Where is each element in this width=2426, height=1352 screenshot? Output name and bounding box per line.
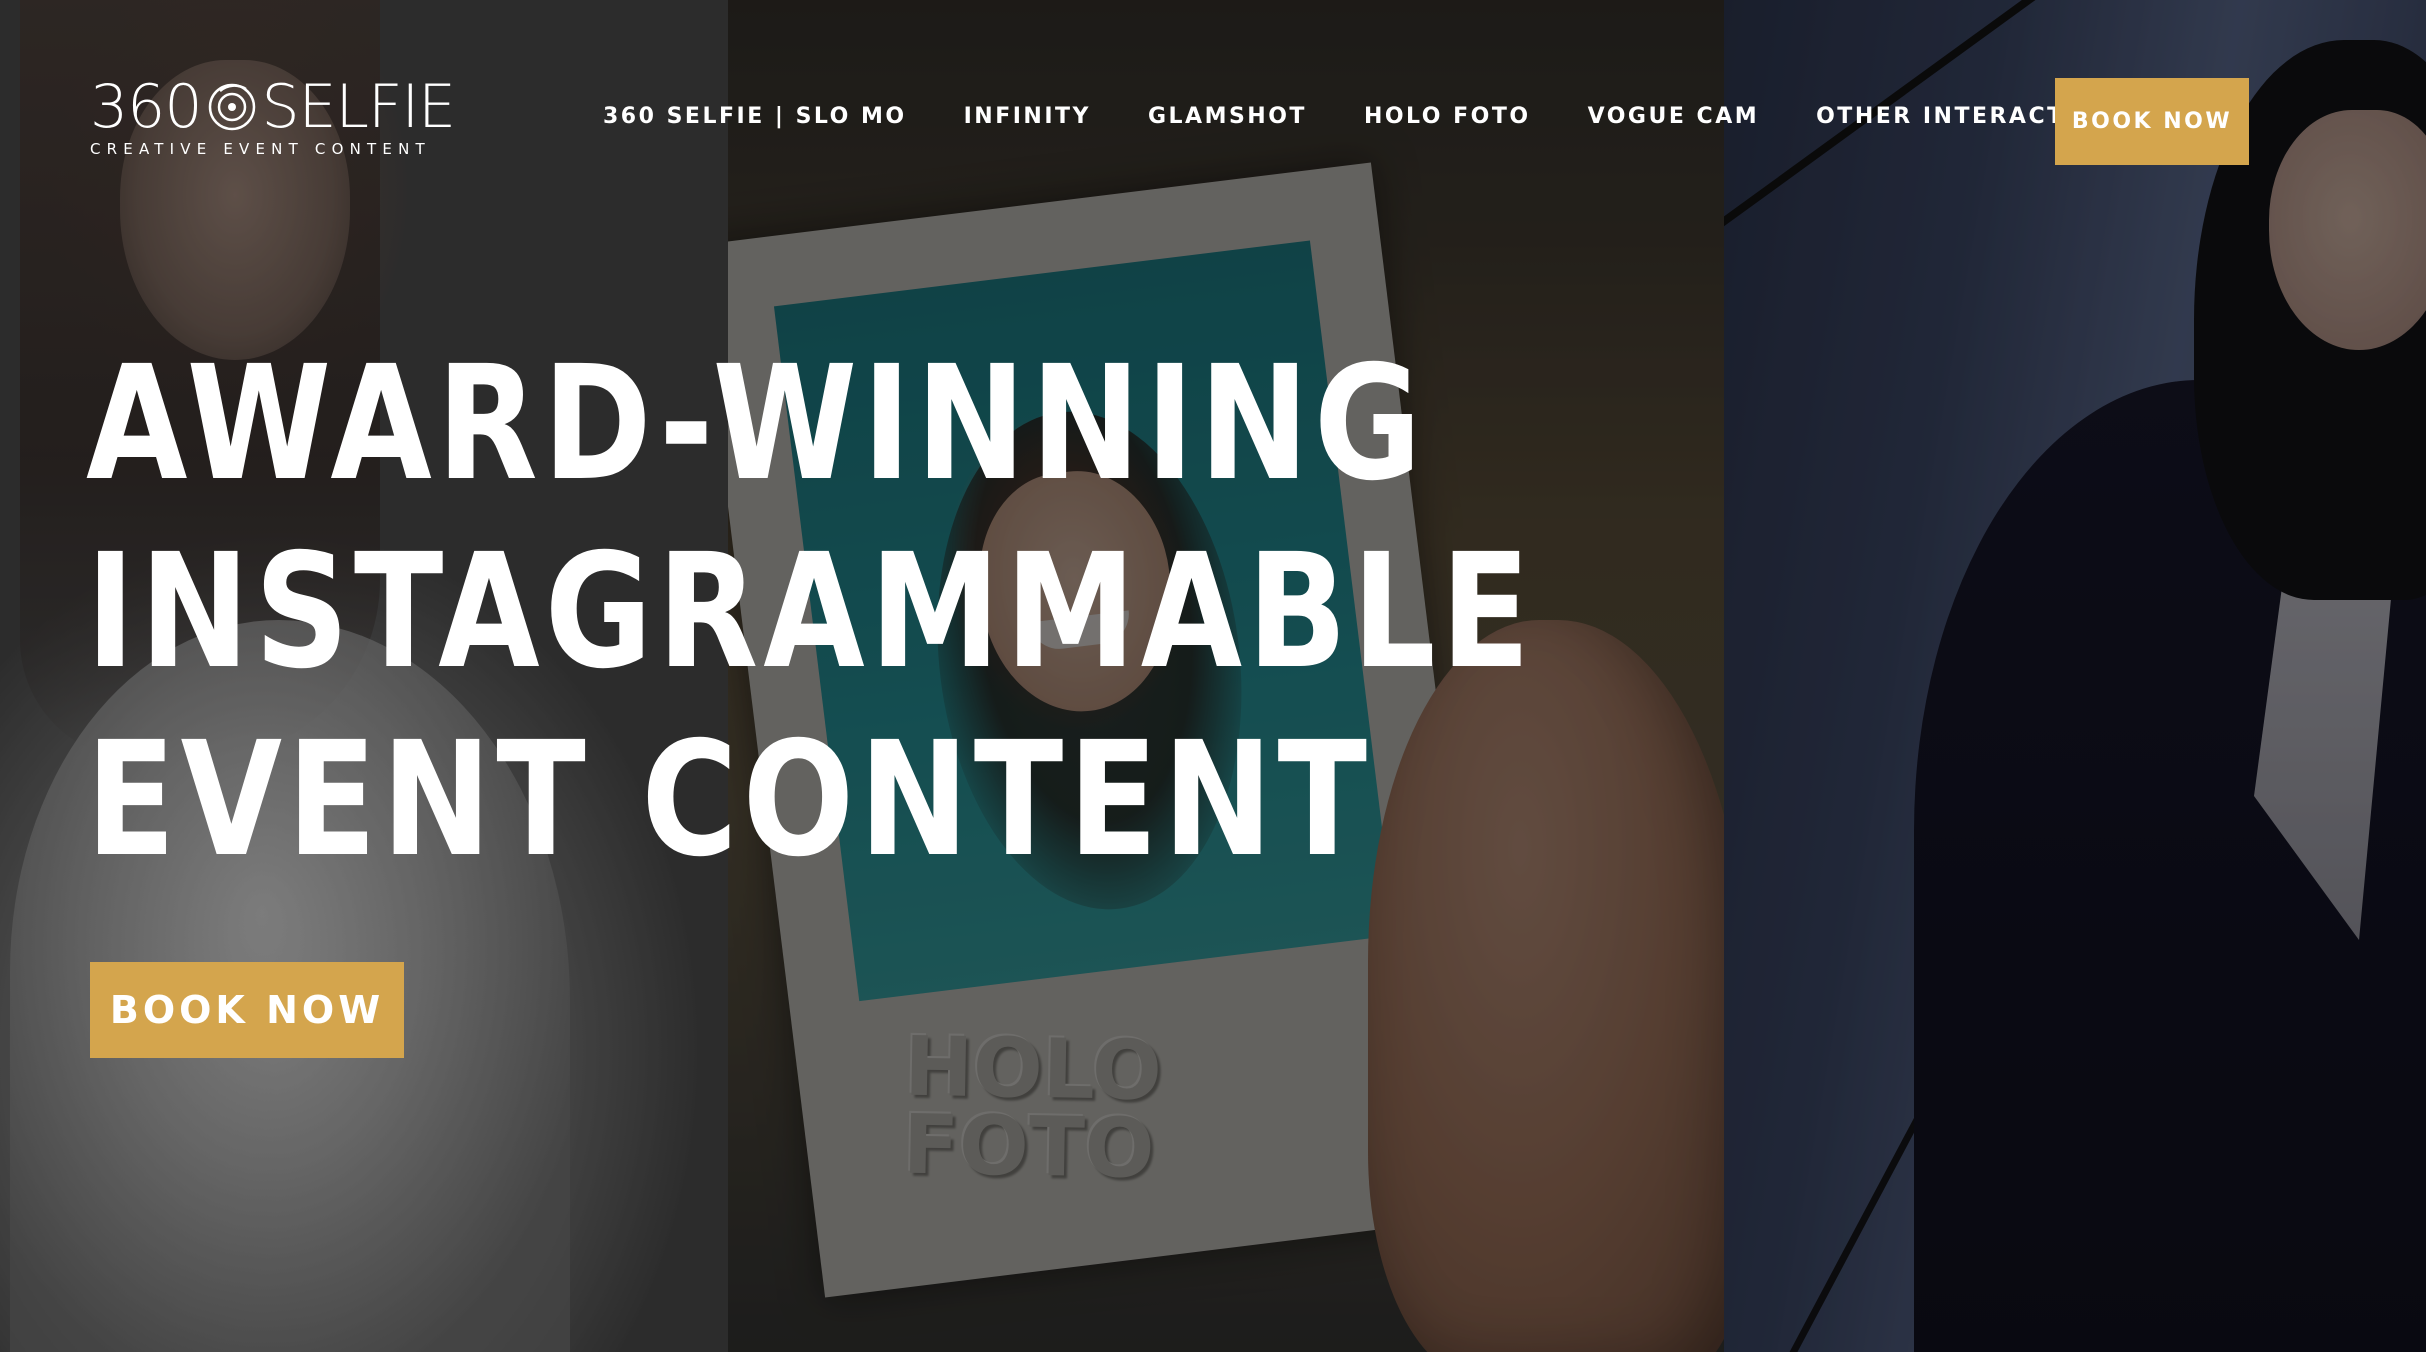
hero-headline: AWARD-WINNING INSTAGRAMMABLE EVENT CONTE… <box>86 330 1536 894</box>
nav-item-holo-foto[interactable]: HOLO FOTO <box>1364 104 1531 129</box>
camera-lens-icon <box>206 81 258 133</box>
main-nav: 360 SELFIE | SLO MO INFINITY GLAMSHOT HO… <box>603 104 2214 129</box>
nav-item-glamshot[interactable]: GLAMSHOT <box>1148 104 1307 129</box>
nav-item-infinity[interactable]: INFINITY <box>964 104 1091 129</box>
site-logo[interactable]: 360 SELFIE CREATIVE EVENT CONTENT <box>90 76 456 160</box>
headline-line-1: AWARD-WINNING <box>86 332 1427 516</box>
logo-wordmark: 360 SELFIE <box>90 72 457 142</box>
headline-line-2: INSTAGRAMMABLE <box>86 520 1536 704</box>
nav-item-vogue-cam[interactable]: VOGUE CAM <box>1588 104 1760 129</box>
logo-prefix: 360 <box>90 72 203 142</box>
logo-tagline: CREATIVE EVENT CONTENT <box>90 140 431 158</box>
nav-item-360-selfie-slo-mo[interactable]: 360 SELFIE | SLO MO <box>603 104 907 129</box>
headline-line-3: EVENT CONTENT <box>86 708 1372 892</box>
header-book-now-button[interactable]: BOOK NOW <box>2055 78 2249 165</box>
site-header: 360 SELFIE CREATIVE EVENT CONTENT 360 SE… <box>0 0 2426 244</box>
logo-suffix: SELFIE <box>261 72 457 142</box>
hero-book-now-button[interactable]: BOOK NOW <box>90 962 404 1058</box>
